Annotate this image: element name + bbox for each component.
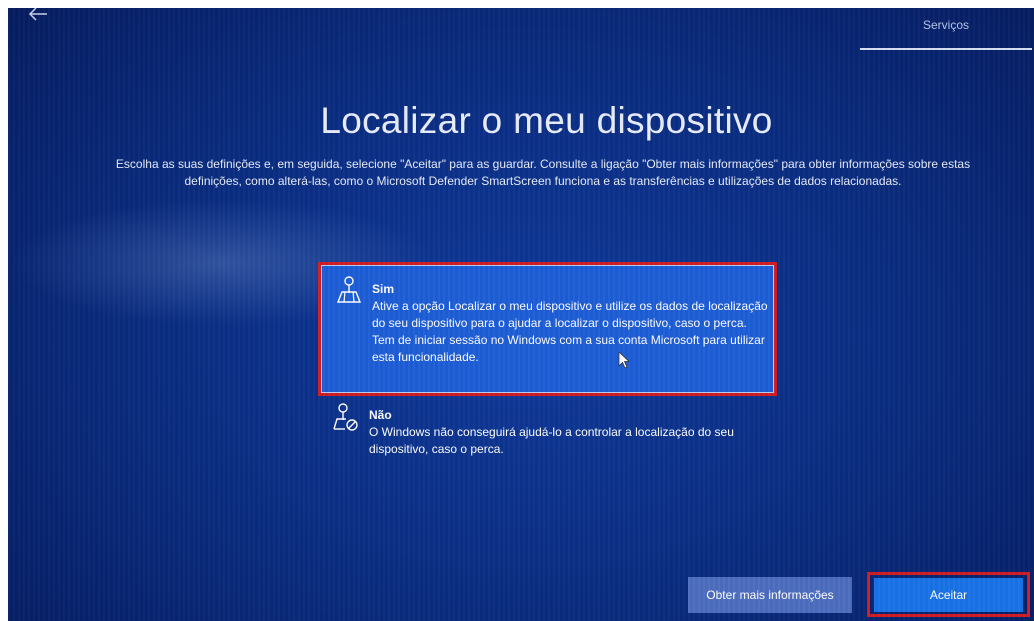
option-no-description: O Windows não conseguirá ajudá-lo a cont…: [369, 425, 734, 456]
location-map-icon: [335, 275, 363, 305]
accept-button[interactable]: Aceitar: [874, 578, 1023, 612]
back-button[interactable]: [28, 8, 56, 28]
location-disabled-icon: [332, 402, 360, 432]
option-yes-title: Sim: [372, 282, 395, 296]
page-title: Localizar o meu dispositivo: [320, 100, 773, 141]
oobe-screen: Serviços Localizar o meu dispositivo Esc…: [8, 8, 1034, 621]
option-yes-description: Ative a opção Localizar o meu dispositiv…: [372, 299, 768, 364]
tab-services[interactable]: Serviços: [860, 8, 1032, 50]
option-no[interactable]: Não O Windows não conseguirá ajudá-lo a …: [320, 400, 770, 470]
back-arrow-icon: [28, 8, 47, 21]
page-description: Escolha as suas definições e, em seguida…: [115, 157, 971, 188]
option-yes[interactable]: Sim Ative a opção Localizar o meu dispos…: [318, 262, 777, 396]
more-info-button[interactable]: Obter mais informações: [688, 577, 852, 613]
option-no-title: Não: [369, 408, 392, 422]
